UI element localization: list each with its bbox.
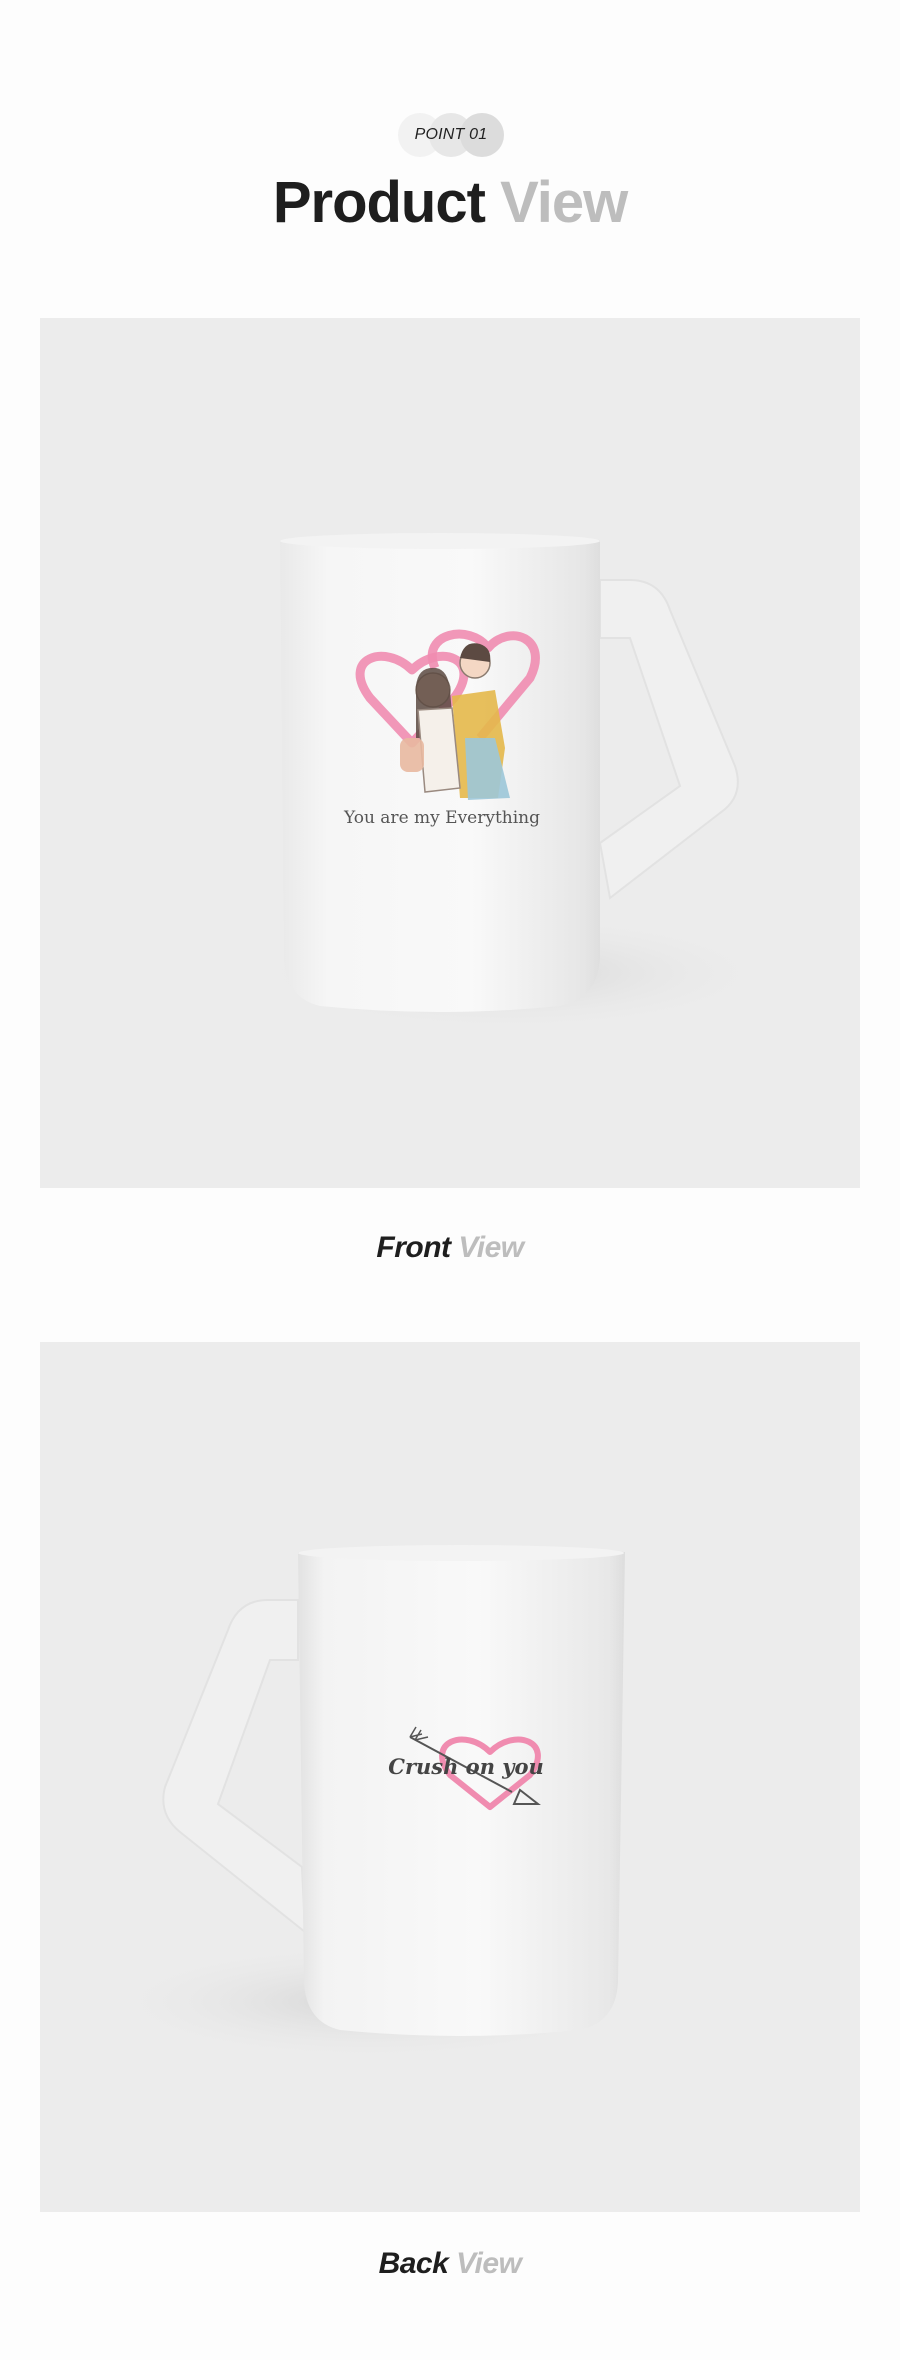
title-accent: View: [500, 170, 628, 235]
front-view-image: You are my Everything: [40, 318, 860, 1188]
mug-handle: [598, 579, 739, 900]
front-view-caption: Front View: [0, 1230, 900, 1266]
mug-body: [298, 1546, 625, 2036]
front-caption-accent: View: [458, 1231, 524, 1264]
front-mug-illustration: You are my Everything: [240, 533, 780, 1033]
title-main: Product: [272, 170, 486, 235]
front-caption-main: Front: [376, 1231, 451, 1264]
back-view-image: Crush on you: [40, 1342, 860, 2212]
back-mug-text: Crush on you: [388, 1754, 544, 1779]
back-caption-accent: View: [456, 2247, 522, 2280]
back-view-caption: Back View: [0, 2246, 900, 2282]
back-mug-illustration: Crush on you: [100, 1545, 640, 2062]
page-title: Product View: [0, 168, 900, 238]
point-badge: POINT 01: [398, 113, 504, 157]
front-mug-text: You are my Everything: [343, 808, 540, 828]
mug-handle: [162, 1599, 307, 1935]
badge-label: POINT 01: [414, 126, 488, 143]
back-caption-main: Back: [378, 2247, 449, 2280]
